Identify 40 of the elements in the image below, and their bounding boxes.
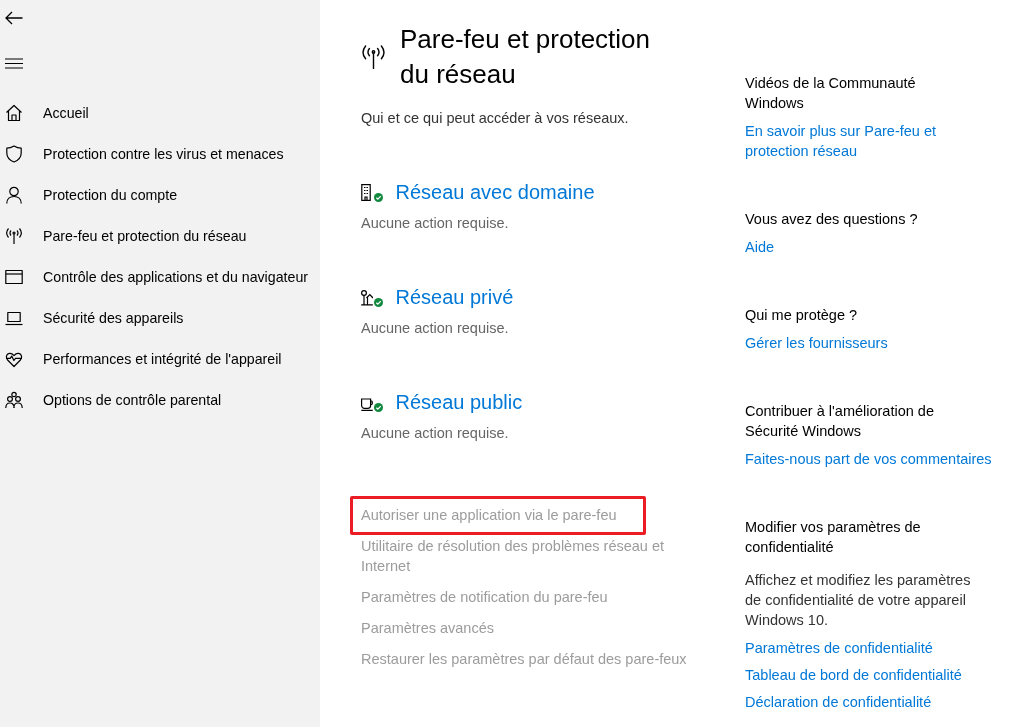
shield-icon: [5, 144, 23, 163]
network-status: Aucune action requise.: [361, 214, 510, 233]
home-icon: [5, 103, 23, 122]
page-title: Pare-feu et protection du réseau: [400, 23, 652, 91]
nav-item[interactable]: Accueil: [0, 92, 320, 133]
network-link[interactable]: Réseau privé: [395, 283, 514, 311]
browser-window-icon: [5, 267, 23, 286]
section-title: Modifier vos paramètres de confidentialité: [745, 518, 922, 557]
back-arrow-icon: [5, 11, 23, 25]
help-link[interactable]: Aide: [745, 237, 775, 257]
menu-icon: [5, 57, 23, 69]
nav-item[interactable]: Pare-feu et protection du réseau: [0, 215, 320, 256]
page-subtitle: Qui et ce qui peut accéder à vos réseaux.: [361, 109, 630, 128]
tree-house-icon: [361, 288, 373, 306]
nav-item[interactable]: Protection du compte: [0, 174, 320, 215]
nav-item[interactable]: Options de contrôle parental: [0, 379, 320, 420]
antenna-icon: [5, 226, 23, 245]
nav-item[interactable]: Contrôle des applications et du navigateur: [0, 256, 320, 297]
building-icon: [361, 183, 373, 201]
section-title: Vidéos de la Communauté Windows: [745, 74, 917, 113]
person-icon: [5, 185, 23, 204]
nav-item[interactable]: Sécurité des appareils: [0, 297, 320, 338]
section-title: Qui me protège ?: [745, 306, 858, 325]
help-link[interactable]: Déclaration de confidentialité: [745, 692, 932, 712]
help-link[interactable]: Paramètres de confidentialité: [745, 638, 933, 658]
network-link[interactable]: Réseau avec domaine: [395, 178, 595, 206]
section-title: Contribuer à l'amélioration de Sécurité Windows: [745, 402, 935, 441]
people-icon: [5, 390, 23, 409]
section-description: Affichez et modifiez les paramètres de confidentialité de votre appareil Windows 10.: [745, 571, 972, 630]
antenna-icon: [361, 45, 386, 69]
help-link[interactable]: Gérer les fournisseurs: [745, 333, 888, 353]
help-link[interactable]: En savoir plus sur Pare-feu et protection réseau: [745, 121, 995, 161]
network-link[interactable]: Réseau public: [395, 388, 523, 416]
nav-item[interactable]: Performances et intégrité de l'appareil: [0, 338, 320, 379]
nav-item[interactable]: Protection contre les virus et menaces: [0, 133, 320, 174]
network-status: Aucune action requise.: [361, 424, 510, 443]
section-title: Vous avez des questions ?: [745, 210, 918, 229]
network-status: Aucune action requise.: [361, 319, 510, 338]
help-link[interactable]: Faites-nous part de vos commentaires: [745, 449, 992, 469]
help-link[interactable]: Tableau de bord de confidentialité: [745, 665, 962, 685]
